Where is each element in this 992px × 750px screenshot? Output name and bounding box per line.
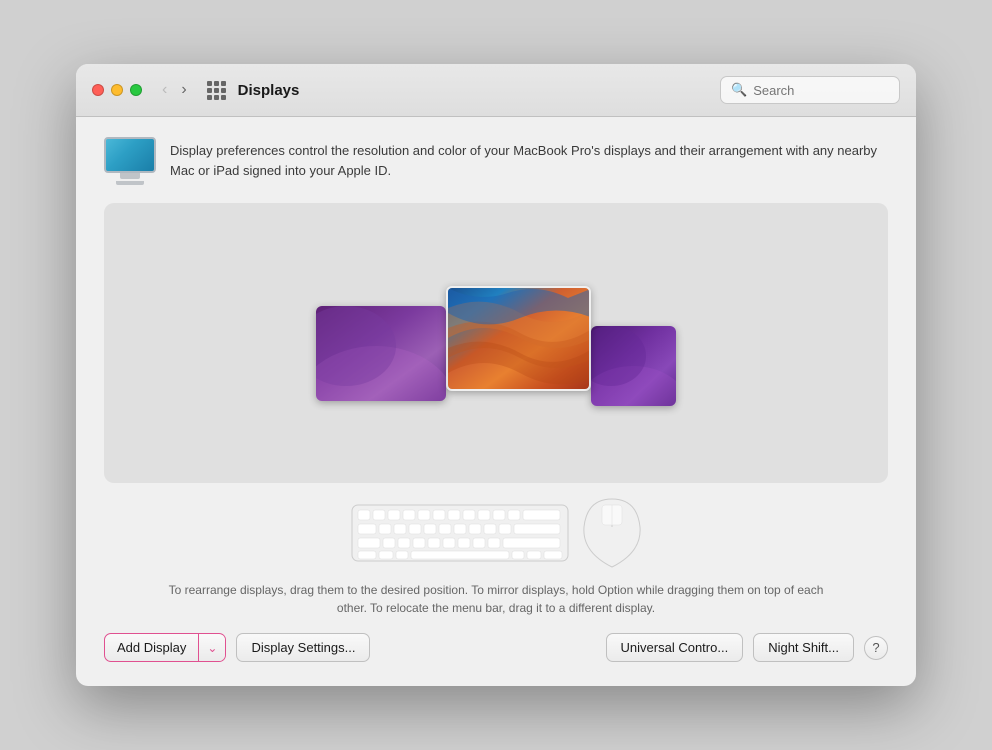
keyboard-mouse-area: [104, 483, 888, 579]
displays-container: [316, 286, 676, 401]
maximize-button[interactable]: [130, 84, 142, 96]
add-display-label: Add Display: [105, 634, 199, 661]
minimize-button[interactable]: [111, 84, 123, 96]
instructions-text: To rearrange displays, drag them to the …: [104, 579, 888, 633]
nav-arrows: ‹ ›: [158, 80, 191, 100]
display-settings-button[interactable]: Display Settings...: [236, 633, 370, 662]
help-button[interactable]: ?: [864, 636, 888, 660]
display-icon: [104, 137, 156, 185]
display-thumb-left[interactable]: [316, 306, 446, 401]
add-display-chevron-icon[interactable]: ⌄: [199, 635, 225, 661]
bottom-buttons: Add Display ⌄ Display Settings... Univer…: [104, 633, 888, 662]
mouse-icon: [582, 497, 642, 569]
keyboard-icon: [350, 503, 570, 563]
search-input[interactable]: [753, 83, 889, 98]
night-shift-button[interactable]: Night Shift...: [753, 633, 854, 662]
search-icon: 🔍: [731, 82, 747, 98]
display-screen-icon: [104, 137, 156, 173]
main-window: ‹ › Displays 🔍 Display preferences contr…: [76, 64, 916, 686]
header-description: Display preferences control the resoluti…: [170, 137, 888, 181]
back-button[interactable]: ‹: [158, 80, 171, 100]
window-title: Displays: [238, 82, 708, 99]
content-area: Display preferences control the resoluti…: [76, 117, 916, 686]
display-stand-icon: [116, 181, 144, 185]
traffic-lights: [92, 84, 142, 96]
add-display-button[interactable]: Add Display ⌄: [104, 633, 226, 662]
header-section: Display preferences control the resoluti…: [104, 137, 888, 185]
app-grid-icon[interactable]: [207, 81, 226, 100]
titlebar: ‹ › Displays 🔍: [76, 64, 916, 117]
display-thumb-center[interactable]: [446, 286, 591, 391]
display-thumb-right[interactable]: [591, 326, 676, 406]
display-arrangement-area[interactable]: [104, 203, 888, 483]
close-button[interactable]: [92, 84, 104, 96]
forward-button[interactable]: ›: [177, 80, 190, 100]
universal-control-button[interactable]: Universal Contro...: [606, 633, 744, 662]
search-box[interactable]: 🔍: [720, 76, 900, 104]
